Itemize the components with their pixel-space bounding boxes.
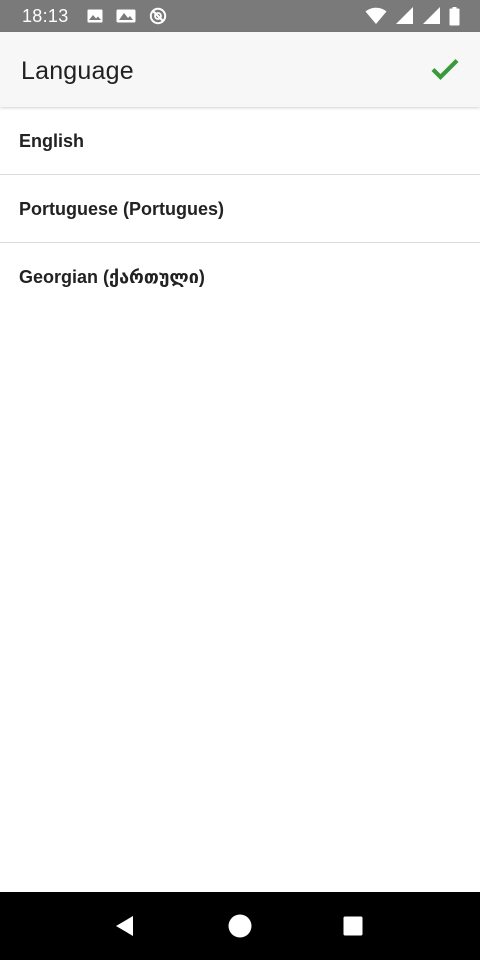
status-notification-icons bbox=[87, 6, 180, 26]
battery-icon bbox=[449, 6, 460, 25]
app-bar: Language bbox=[0, 32, 480, 107]
photo-icon bbox=[116, 9, 136, 23]
no-disturb-icon bbox=[149, 7, 167, 25]
home-icon bbox=[228, 914, 252, 938]
language-label: Portuguese (Portugues) bbox=[19, 199, 225, 219]
checkmark-icon bbox=[431, 59, 459, 80]
signal-icon bbox=[396, 7, 413, 24]
back-icon bbox=[116, 916, 133, 936]
language-item-english[interactable]: English bbox=[0, 107, 480, 175]
language-item-georgian[interactable]: Georgian (ქართული) bbox=[0, 243, 480, 310]
signal-icon bbox=[423, 7, 440, 24]
status-bar: 18:13 bbox=[0, 0, 480, 32]
language-label: Georgian (ქართული) bbox=[19, 267, 205, 287]
recents-button[interactable] bbox=[333, 906, 373, 946]
image-icon bbox=[87, 9, 103, 23]
screen: 18:13 Language English Portuguese (Portu… bbox=[0, 0, 480, 960]
page-title: Language bbox=[21, 57, 134, 85]
language-label: English bbox=[19, 131, 85, 151]
home-button[interactable] bbox=[220, 906, 260, 946]
recents-icon bbox=[343, 916, 363, 936]
navigation-bar bbox=[0, 892, 480, 960]
language-list: English Portuguese (Portugues) Georgian … bbox=[0, 107, 480, 310]
wifi-icon bbox=[365, 7, 387, 24]
confirm-button[interactable] bbox=[428, 52, 462, 86]
status-system-icons bbox=[357, 6, 460, 26]
back-button[interactable] bbox=[104, 906, 144, 946]
status-time: 18:13 bbox=[22, 6, 69, 26]
language-item-portuguese[interactable]: Portuguese (Portugues) bbox=[0, 175, 480, 243]
